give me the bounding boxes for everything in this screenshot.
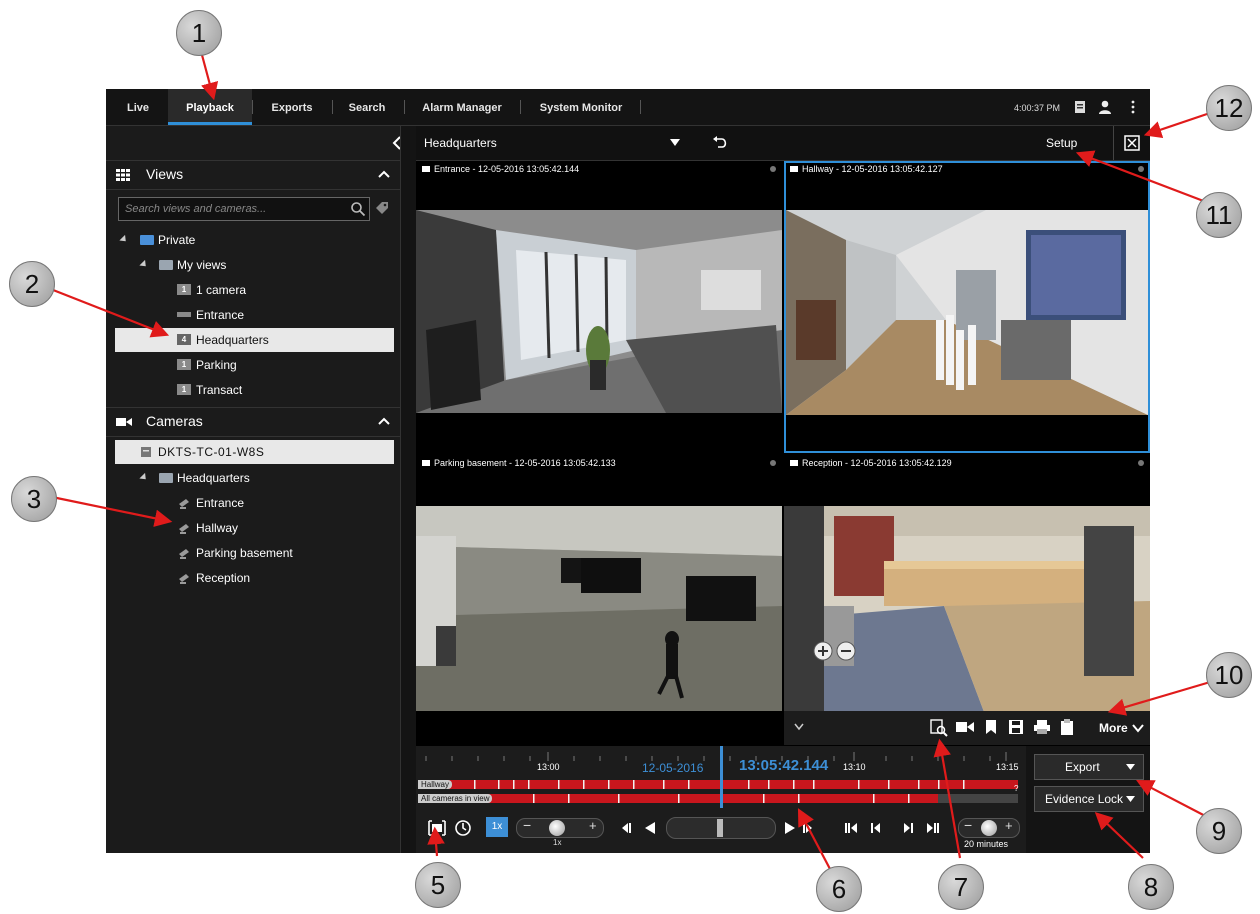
- callout-11: 11: [1196, 192, 1242, 238]
- callout-5: 5: [415, 862, 461, 908]
- callout-12: 12: [1206, 85, 1252, 131]
- callout-9: 9: [1196, 808, 1242, 854]
- callout-6: 6: [816, 866, 862, 912]
- callout-arrows: [47, 54, 1218, 870]
- callout-2: 2: [9, 261, 55, 307]
- callout-8: 8: [1128, 864, 1174, 910]
- callout-3: 3: [11, 476, 57, 522]
- callout-1: 1: [176, 10, 222, 56]
- callout-7: 7: [938, 864, 984, 910]
- callout-10: 10: [1206, 652, 1252, 698]
